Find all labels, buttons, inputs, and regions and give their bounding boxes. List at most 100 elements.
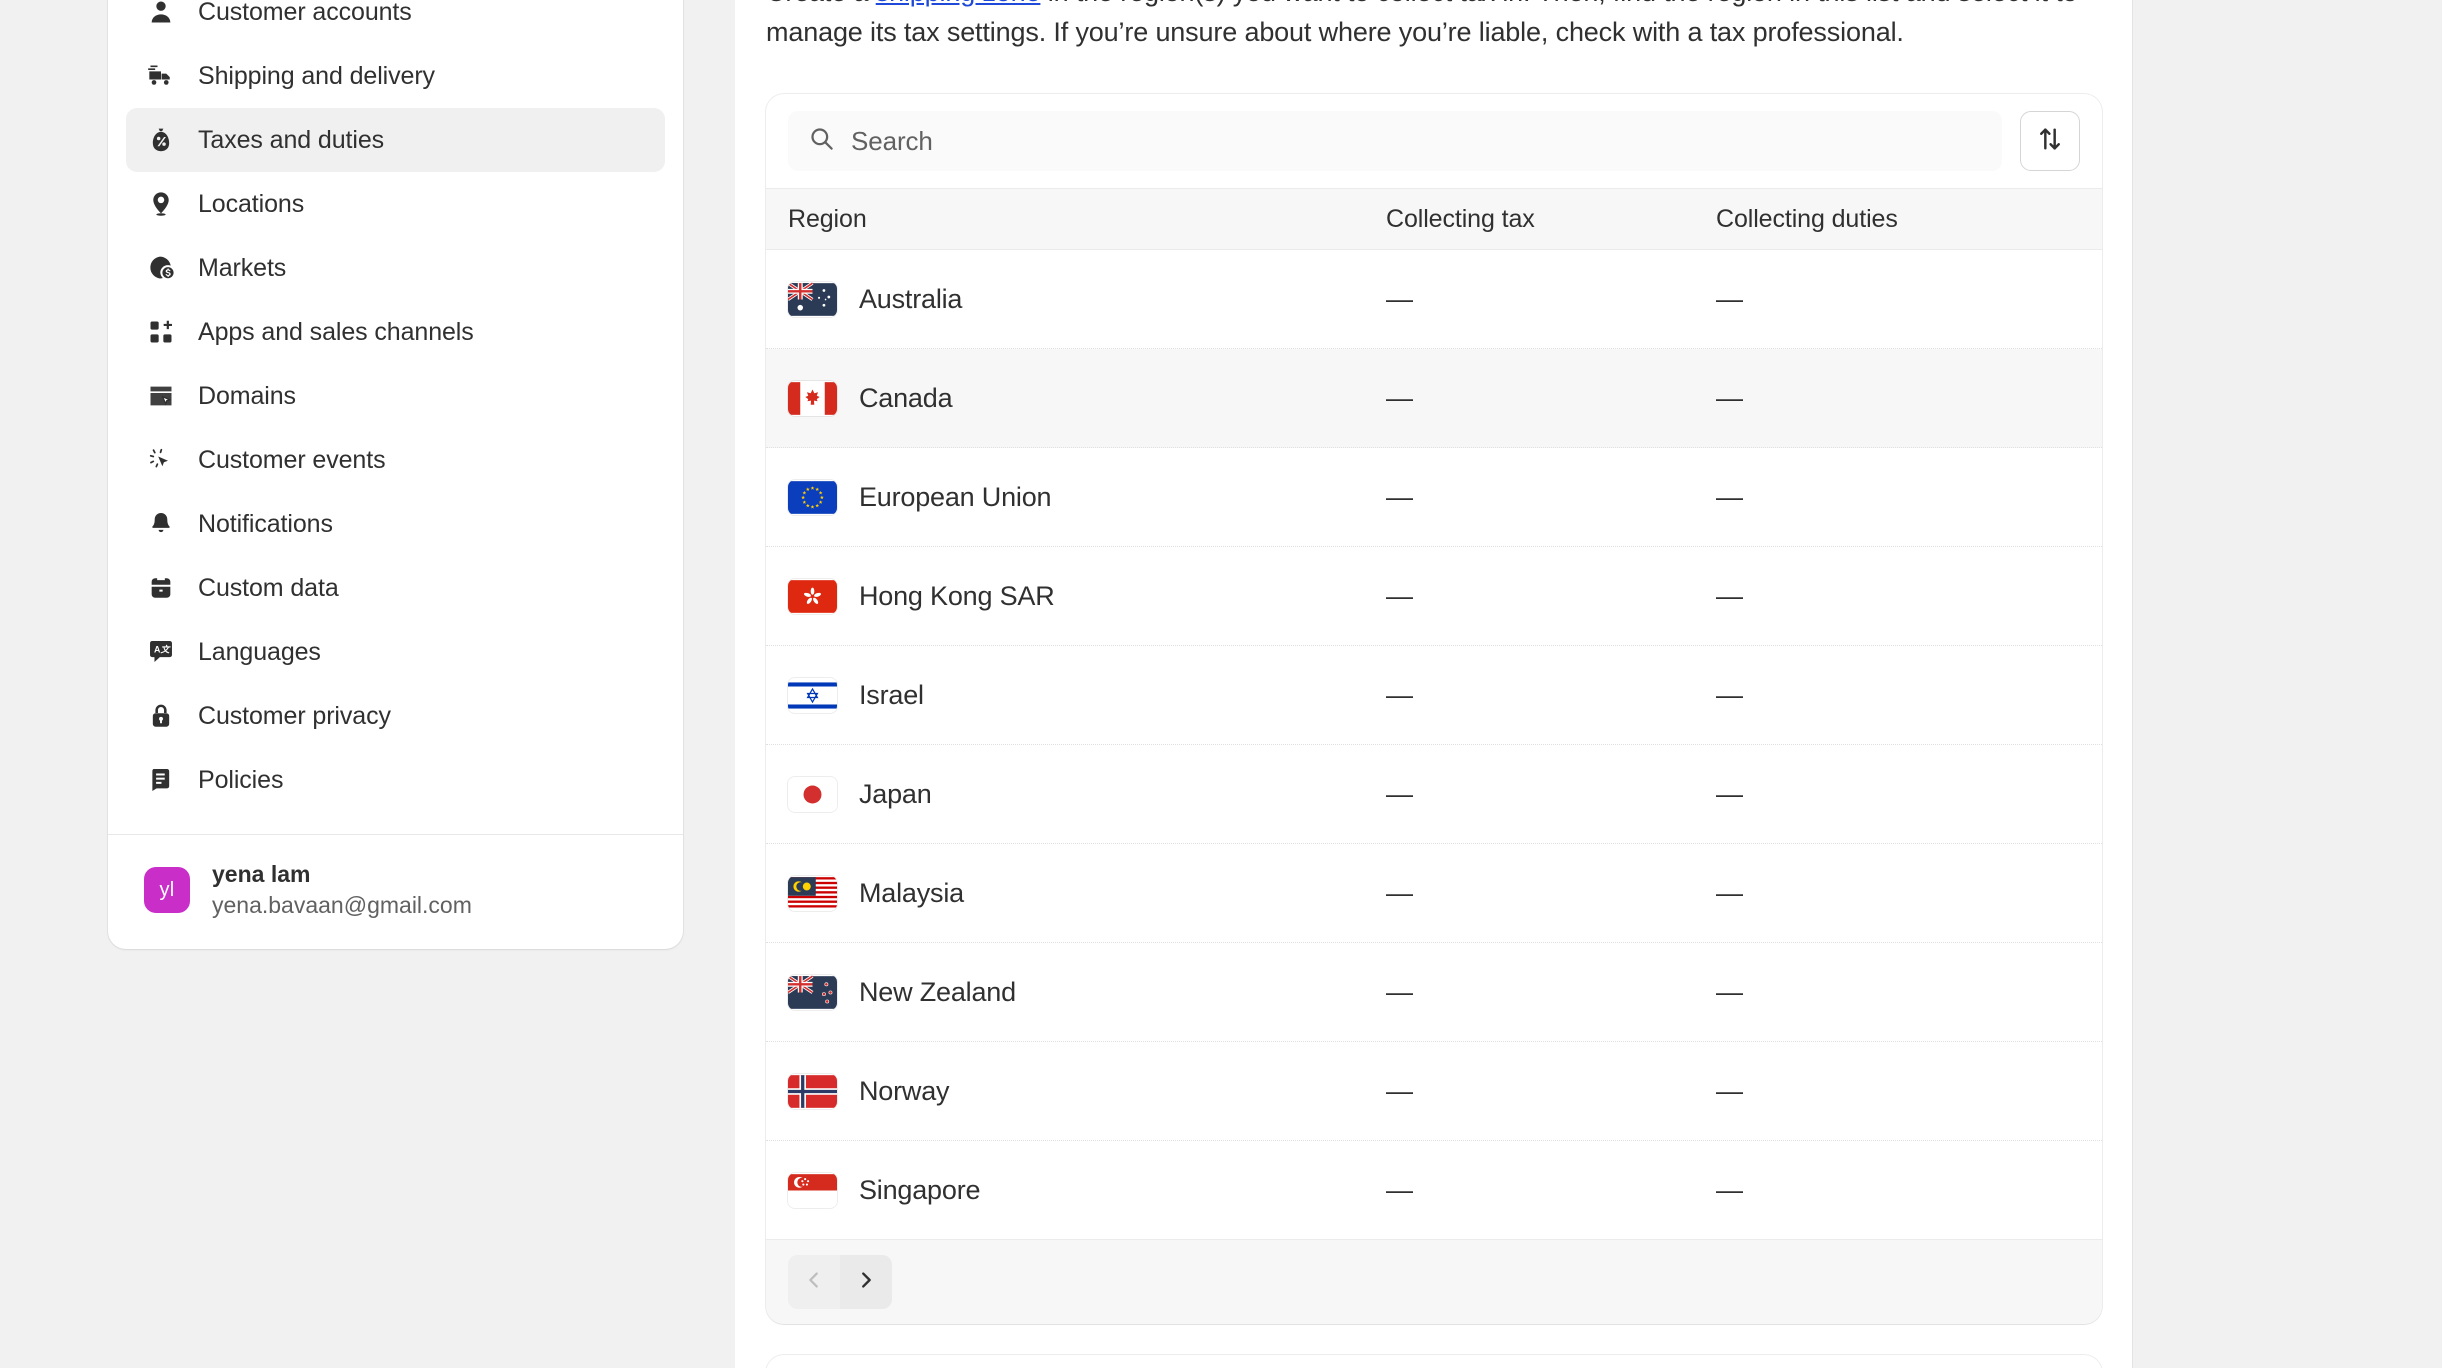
cell-collecting-tax: — [1386, 877, 1413, 908]
table-row[interactable]: Israel — — [766, 646, 2102, 745]
sidebar-item-domains[interactable]: Domains [126, 364, 665, 428]
person-icon [146, 0, 176, 27]
cell-collecting-duties: — [1716, 481, 1743, 512]
cell-collecting-duties: — [1716, 976, 1743, 1007]
chevron-right-icon [855, 1269, 877, 1296]
sidebar-item-markets[interactable]: Markets [126, 236, 665, 300]
table-row[interactable]: Canada — — [766, 349, 2102, 448]
cell-collecting-duties: — [1716, 1174, 1743, 1205]
table-row[interactable]: European Union — — [766, 448, 2102, 547]
cell-collecting-tax: — [1386, 283, 1413, 314]
intro-before-link: Create a [766, 0, 876, 7]
sidebar-item-label: Markets [198, 253, 287, 282]
cell-collecting-tax: — [1386, 481, 1413, 512]
document-scroll-icon [146, 765, 176, 795]
click-cursor-icon [146, 445, 176, 475]
region-name: Hong Kong SAR [859, 580, 1055, 611]
sidebar-item-label: Notifications [198, 509, 333, 538]
sidebar-item-label: Shipping and delivery [198, 61, 435, 90]
globe-dollar-icon [146, 253, 176, 283]
translate-icon: A文 [146, 637, 176, 667]
region-name: Norway [859, 1075, 950, 1106]
sidebar-item-custom-data[interactable]: Custom data [126, 556, 665, 620]
profile-name: yena lam [212, 861, 311, 887]
flag-my-icon [788, 875, 837, 911]
sidebar-item-taxes-and-duties[interactable]: Taxes and duties [126, 108, 665, 172]
region-name: Australia [859, 283, 963, 314]
cell-collecting-tax: — [1386, 679, 1413, 710]
flag-ca-icon [788, 380, 837, 416]
cell-region: Norway [766, 1073, 1386, 1109]
database-icon [146, 573, 176, 603]
sidebar-user-profile[interactable]: yl yena lam yena.bavaan@gmail.com [108, 835, 683, 949]
sidebar-item-customer-events[interactable]: Customer events [126, 428, 665, 492]
bell-icon [146, 509, 176, 539]
sidebar-item-locations[interactable]: Locations [126, 172, 665, 236]
pagination-next-button[interactable] [840, 1255, 892, 1309]
cell-region: Canada [766, 380, 1386, 416]
flag-au-icon [788, 281, 837, 317]
search-placeholder: Search [851, 125, 933, 156]
region-name: Japan [859, 778, 932, 809]
sidebar-item-label: Custom data [198, 573, 339, 602]
region-name: European Union [859, 481, 1052, 512]
cell-collecting-duties: — [1716, 382, 1743, 413]
region-name: New Zealand [859, 976, 1016, 1007]
pagination [766, 1240, 2102, 1324]
column-header-region: Region [788, 204, 867, 233]
cell-region: Hong Kong SAR [766, 578, 1386, 614]
sidebar-item-notifications[interactable]: Notifications [126, 492, 665, 556]
sidebar-item-shipping-and-delivery[interactable]: Shipping and delivery [126, 44, 665, 108]
cell-collecting-tax: — [1386, 1174, 1413, 1205]
search-input[interactable]: Search [788, 111, 2002, 171]
sidebar-item-label: Locations [198, 189, 305, 218]
pagination-previous-button[interactable] [788, 1255, 840, 1309]
table-row[interactable]: Hong Kong SAR — — [766, 547, 2102, 646]
table-row[interactable]: Australia — — [766, 250, 2102, 349]
search-row: Search [766, 94, 2102, 188]
sidebar-item-label: Apps and sales channels [198, 317, 474, 346]
cell-collecting-duties: — [1716, 283, 1743, 314]
profile-email: yena.bavaan@gmail.com [212, 892, 472, 918]
search-icon [808, 125, 835, 157]
sort-arrows-icon [2036, 125, 2064, 158]
sidebar-item-label: Domains [198, 381, 296, 410]
shipping-zone-link[interactable]: shipping zone [876, 0, 1041, 7]
flag-no-icon [788, 1073, 837, 1109]
column-header-collecting-duties: Collecting duties [1716, 204, 1898, 233]
cell-collecting-tax: — [1386, 580, 1413, 611]
table-row[interactable]: Norway — — [766, 1042, 2102, 1141]
sidebar-item-customer-accounts[interactable]: Customer accounts [126, 0, 665, 44]
table-row[interactable]: New Zealand — — [766, 943, 2102, 1042]
apps-grid-plus-icon [146, 317, 176, 347]
cell-collecting-duties: — [1716, 1075, 1743, 1106]
intro-paragraph: Create a shipping zone in the region(s) … [766, 0, 2096, 52]
sidebar-item-label: Customer accounts [198, 0, 412, 26]
cell-region: Israel [766, 677, 1386, 713]
sidebar-item-policies[interactable]: Policies [126, 748, 665, 812]
sidebar-item-customer-privacy[interactable]: Customer privacy [126, 684, 665, 748]
table-header-row: Region Collecting tax Collecting duties [766, 188, 2102, 250]
sort-button[interactable] [2020, 111, 2080, 171]
sidebar-item-apps-and-sales-channels[interactable]: Apps and sales channels [126, 300, 665, 364]
sidebar-item-label: Customer privacy [198, 701, 391, 730]
next-card-partial [766, 1355, 2102, 1368]
cell-collecting-duties: — [1716, 877, 1743, 908]
cell-region: European Union [766, 479, 1386, 515]
column-header-collecting-tax: Collecting tax [1386, 204, 1535, 233]
region-name: Singapore [859, 1174, 981, 1205]
cell-collecting-duties: — [1716, 778, 1743, 809]
chevron-left-icon [803, 1269, 825, 1296]
table-row[interactable]: Malaysia — — [766, 844, 2102, 943]
settings-sidebar: CheckoutCustomer accountsShipping and de… [108, 0, 683, 949]
cell-region: New Zealand [766, 974, 1386, 1010]
cell-region: Australia [766, 281, 1386, 317]
cell-collecting-tax: — [1386, 778, 1413, 809]
browser-window-icon [146, 381, 176, 411]
table-row[interactable]: Singapore — — [766, 1141, 2102, 1240]
region-name: Israel [859, 679, 924, 710]
table-row[interactable]: Japan — — [766, 745, 2102, 844]
main-column: Create a shipping zone in the region(s) … [766, 0, 2102, 1324]
sidebar-item-languages[interactable]: A 文 Languages [126, 620, 665, 684]
cell-region: Malaysia [766, 875, 1386, 911]
